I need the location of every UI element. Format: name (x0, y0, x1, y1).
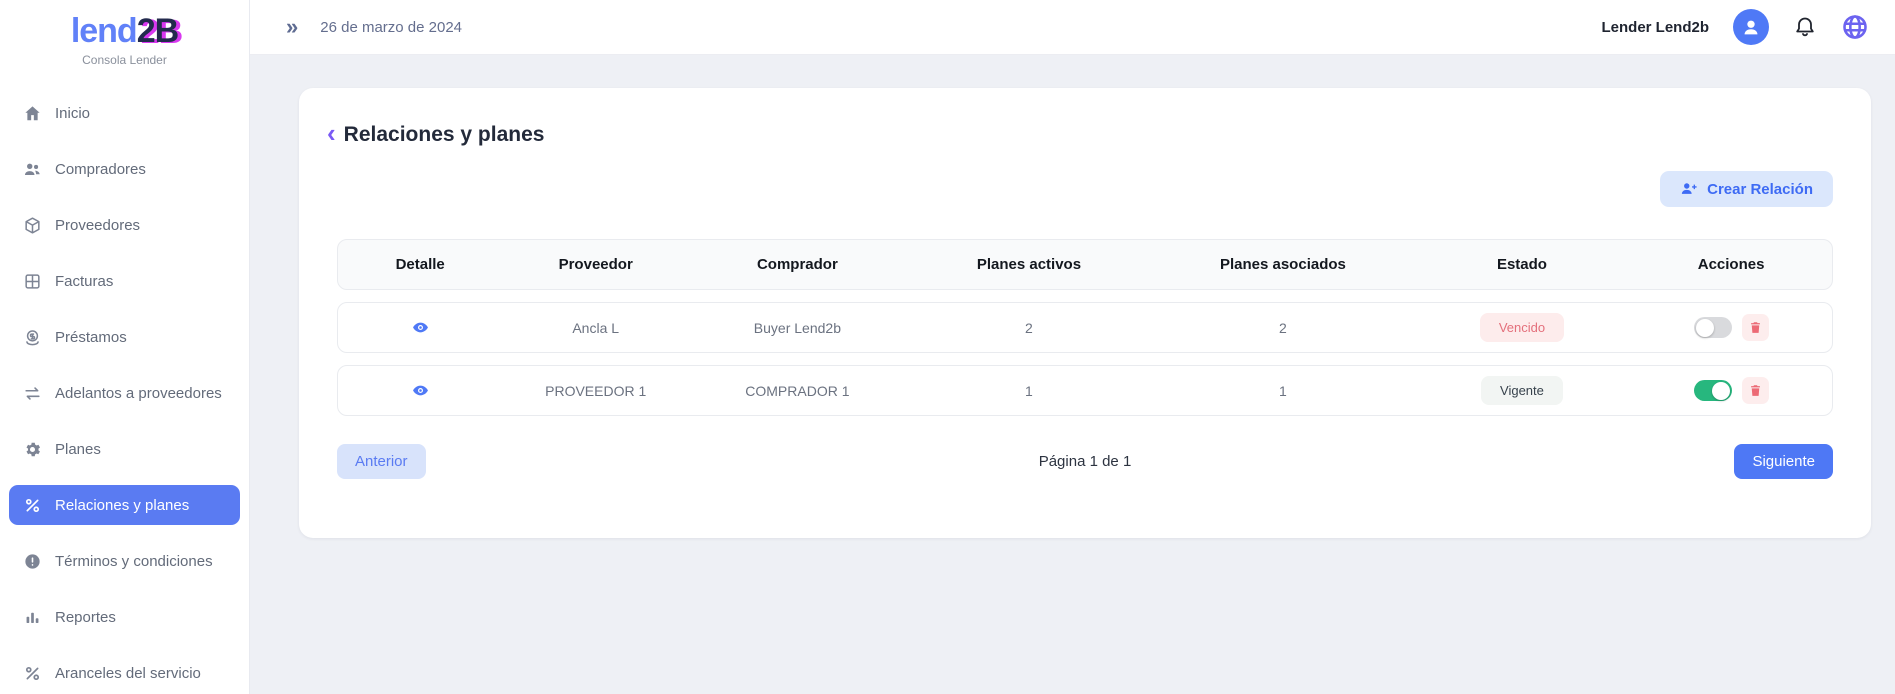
sidebar-item-pr-stamos[interactable]: Préstamos (9, 317, 240, 357)
status-badge-vigente: Vigente (1481, 376, 1563, 405)
sidebar-item-reportes[interactable]: Reportes (9, 597, 240, 637)
column-header-estado: Estado (1414, 256, 1631, 273)
notifications-bell-icon[interactable] (1793, 15, 1817, 39)
eye-detail-icon[interactable] (412, 319, 429, 336)
user-avatar-icon[interactable] (1733, 9, 1769, 45)
cell-detalle (338, 382, 502, 399)
sidebar-item-label: Planes (55, 441, 101, 458)
percent-icon (22, 495, 42, 515)
logo-2b: 2B (137, 12, 178, 50)
topbar-right: Lender Lend2b (1601, 9, 1869, 45)
logo-lend: lend (71, 12, 137, 50)
cell-proveedor: PROVEEDOR 1 (502, 383, 689, 399)
sidebar-item-label: Compradores (55, 161, 146, 178)
delete-trash-icon[interactable] (1742, 377, 1769, 404)
cell-estado: Vencido (1414, 313, 1631, 342)
actions-row: Crear Relación (337, 171, 1833, 207)
cell-planes-asociados: 2 (1152, 320, 1413, 336)
column-header-acciones: Acciones (1630, 256, 1832, 273)
relaciones-card: ‹ Relaciones y planes Crear Relación Det… (299, 88, 1871, 538)
content-area: ‹ Relaciones y planes Crear Relación Det… (250, 55, 1895, 694)
coin-icon (22, 327, 42, 347)
cell-detalle (338, 319, 502, 336)
people-icon (22, 159, 42, 179)
crear-relacion-label: Crear Relación (1707, 181, 1813, 198)
sidebar-item-t-rminos-y-condiciones[interactable]: Términos y condiciones (9, 541, 240, 581)
home-icon (22, 103, 42, 123)
sidebar-item-planes[interactable]: Planes (9, 429, 240, 469)
cell-planes-asociados: 1 (1152, 383, 1413, 399)
delete-trash-icon[interactable] (1742, 314, 1769, 341)
sidebar-item-compradores[interactable]: Compradores (9, 149, 240, 189)
percent-icon (22, 663, 42, 683)
logo-subtitle: Consola Lender (0, 53, 249, 67)
sidebar-item-label: Relaciones y planes (55, 497, 189, 514)
page-title: Relaciones y planes (344, 123, 545, 147)
table-body: Ancla LBuyer Lend2b22VencidoPROVEEDOR 1C… (337, 302, 1833, 416)
active-toggle-off[interactable] (1694, 317, 1732, 338)
toggle-knob (1696, 319, 1714, 337)
sidebar-item-aranceles-del-servicio[interactable]: Aranceles del servicio (9, 653, 240, 693)
table-row: Ancla LBuyer Lend2b22Vencido (337, 302, 1833, 353)
sidebar-item-label: Adelantos a proveedores (55, 385, 222, 402)
toggle-knob (1712, 382, 1730, 400)
app-window: lend2B Consola Lender Inicio Compradores P… (0, 0, 1895, 694)
back-chevron-icon[interactable]: ‹ (327, 120, 336, 149)
column-header-detalle: Detalle (338, 256, 502, 273)
app-logo: lend2B Consola Lender (0, 12, 249, 67)
logo-text: lend2B (0, 12, 249, 51)
alert-icon (22, 551, 42, 571)
cell-acciones (1630, 377, 1832, 404)
sidebar-item-adelantos-a-proveedores[interactable]: Adelantos a proveedores (9, 373, 240, 413)
active-toggle-on[interactable] (1694, 380, 1732, 401)
column-header-comprador: Comprador (689, 256, 906, 273)
cell-planes-activos: 2 (906, 320, 1153, 336)
sidebar-nav: Inicio Compradores Proveedores Facturas Prés… (0, 93, 249, 694)
sidebar-item-label: Reportes (55, 609, 116, 626)
cell-comprador: COMPRADOR 1 (689, 383, 906, 399)
sidebar-item-label: Préstamos (55, 329, 127, 346)
cell-planes-activos: 1 (906, 383, 1153, 399)
user-name: Lender Lend2b (1601, 19, 1709, 36)
cell-estado: Vigente (1414, 376, 1631, 405)
sidebar-item-facturas[interactable]: Facturas (9, 261, 240, 301)
column-header-proveedor: Proveedor (502, 256, 689, 273)
cell-proveedor: Ancla L (502, 320, 689, 336)
sidebar-item-relaciones-y-planes[interactable]: Relaciones y planes (9, 485, 240, 525)
table-header-row: DetalleProveedorCompradorPlanes activosP… (337, 239, 1833, 290)
topbar-date: 26 de marzo de 2024 (320, 19, 462, 36)
crear-relacion-button[interactable]: Crear Relación (1660, 171, 1833, 207)
cube-icon (22, 215, 42, 235)
gear-icon (22, 439, 42, 459)
sidebar-collapse-icon[interactable]: » (286, 16, 298, 38)
sidebar-item-label: Proveedores (55, 217, 140, 234)
grid-icon (22, 271, 42, 291)
person-add-icon (1680, 180, 1698, 198)
column-header-planes-activos: Planes activos (906, 256, 1153, 273)
page-indicator: Página 1 de 1 (1039, 453, 1132, 470)
sidebar-item-label: Términos y condiciones (55, 553, 213, 570)
anterior-button[interactable]: Anterior (337, 444, 426, 479)
cell-comprador: Buyer Lend2b (689, 320, 906, 336)
table-row: PROVEEDOR 1COMPRADOR 111Vigente (337, 365, 1833, 416)
topbar: » 26 de marzo de 2024 Lender Lend2b (250, 0, 1895, 55)
sidebar-item-proveedores[interactable]: Proveedores (9, 205, 240, 245)
main-column: » 26 de marzo de 2024 Lender Lend2b ‹ (250, 0, 1895, 694)
pagination: Anterior Página 1 de 1 Siguiente (337, 444, 1833, 479)
sidebar: lend2B Consola Lender Inicio Compradores P… (0, 0, 250, 694)
chart-icon (22, 607, 42, 627)
cell-acciones (1630, 314, 1832, 341)
page-header: ‹ Relaciones y planes (327, 120, 1833, 149)
sidebar-item-label: Facturas (55, 273, 113, 290)
eye-detail-icon[interactable] (412, 382, 429, 399)
sidebar-item-label: Inicio (55, 105, 90, 122)
column-header-planes-asociados: Planes asociados (1152, 256, 1413, 273)
status-badge-vencido: Vencido (1480, 313, 1564, 342)
sidebar-item-label: Aranceles del servicio (55, 665, 201, 682)
language-globe-icon[interactable] (1841, 13, 1869, 41)
swap-icon (22, 383, 42, 403)
relaciones-table: DetalleProveedorCompradorPlanes activosP… (337, 239, 1833, 416)
siguiente-button[interactable]: Siguiente (1734, 444, 1833, 479)
sidebar-item-inicio[interactable]: Inicio (9, 93, 240, 133)
